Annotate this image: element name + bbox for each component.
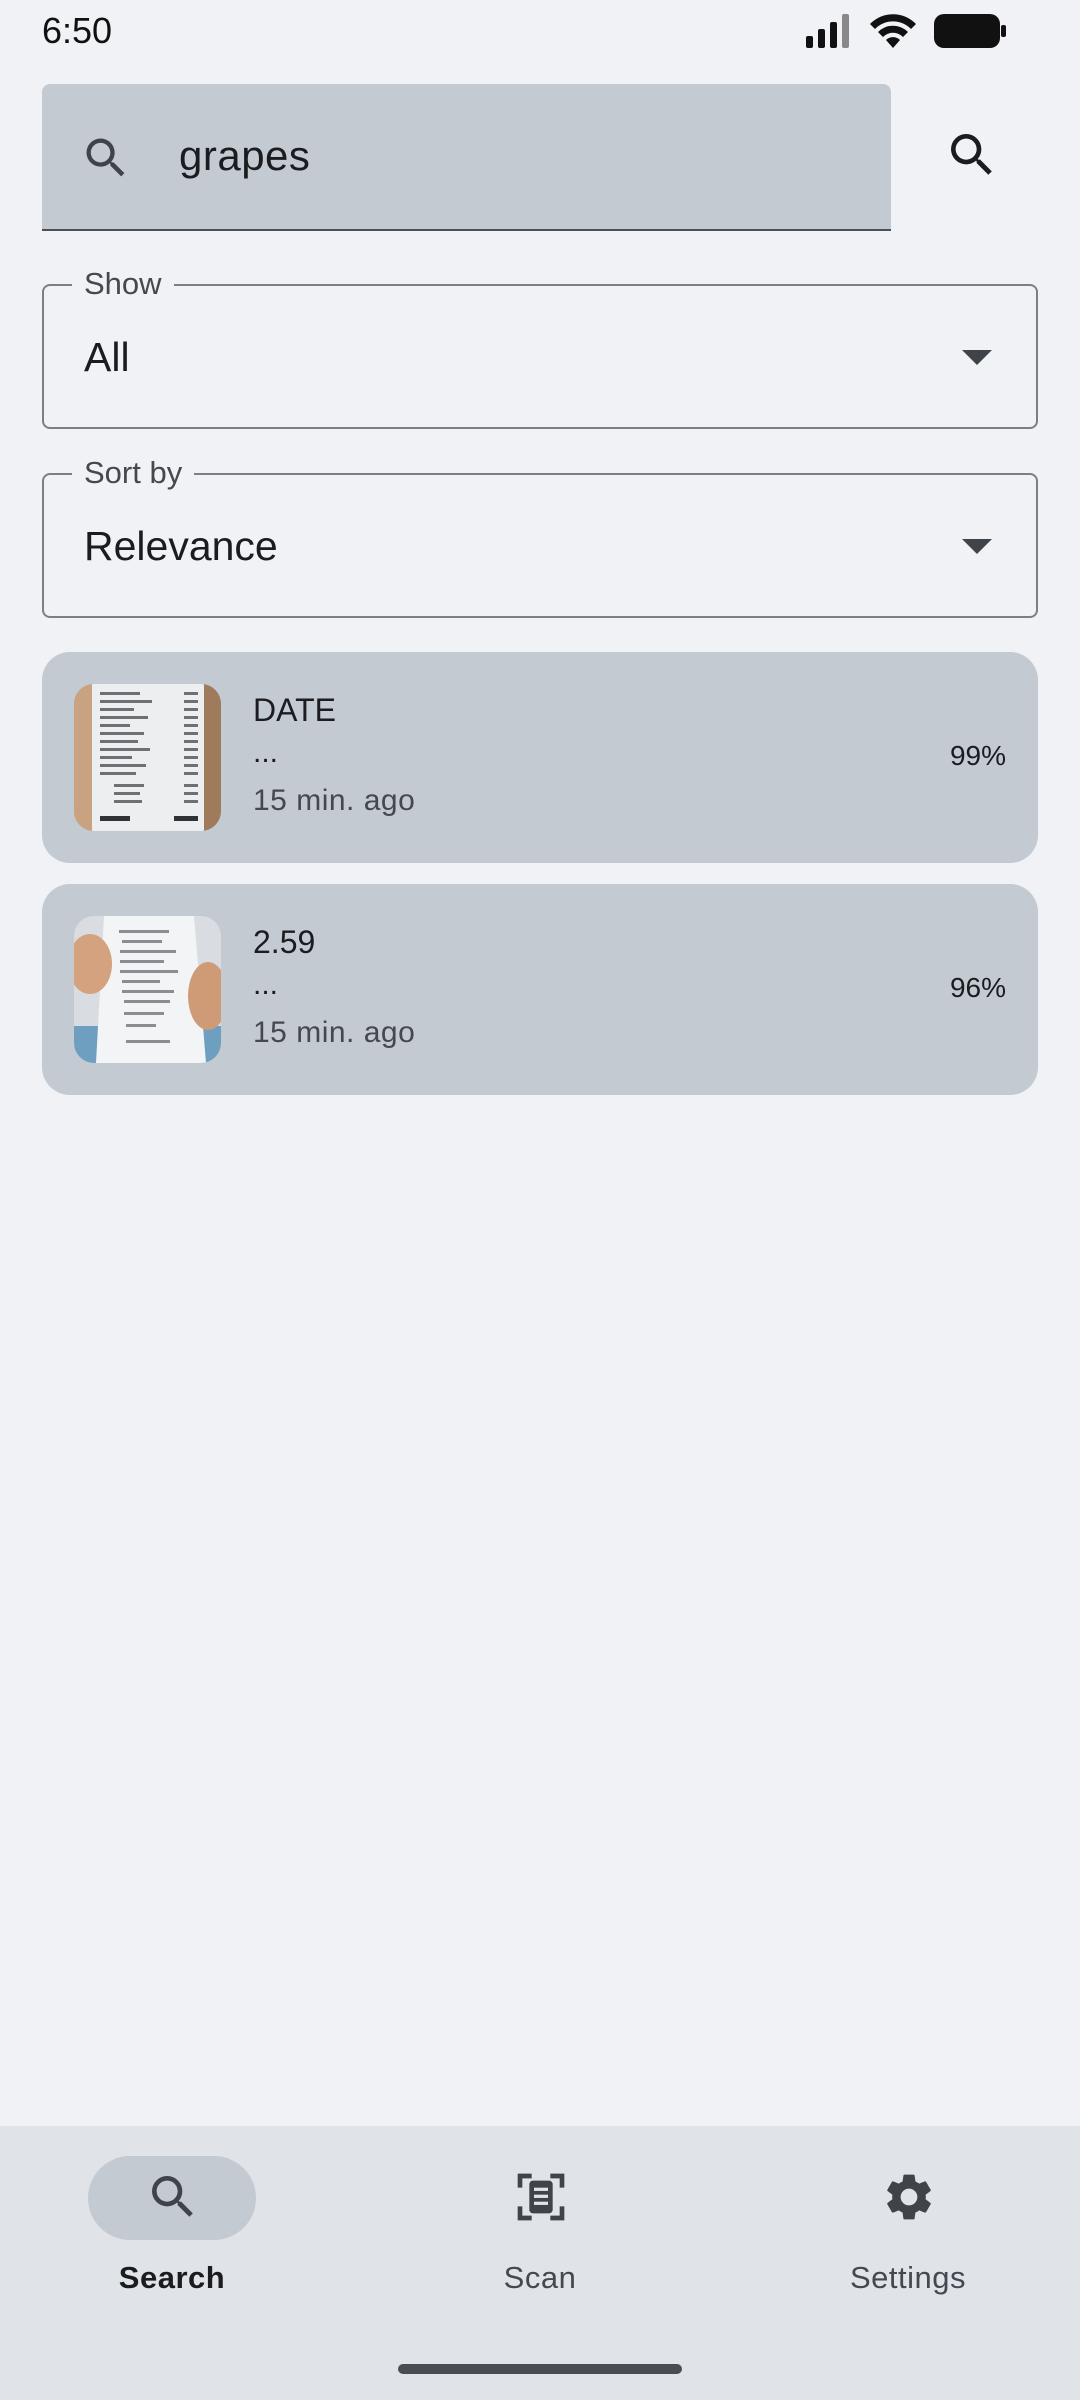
- status-time: 6:50: [42, 10, 113, 51]
- dropdown-arrow-icon: [962, 350, 992, 365]
- screen: 6:50 grapes Show All Sort by Relevance D…: [0, 0, 1080, 2400]
- result-title: 2.59: [253, 924, 316, 960]
- gear-icon: [887, 2174, 931, 2220]
- nav-item-search[interactable]: Search: [48, 2156, 308, 2326]
- document-scanner-icon: [517, 2173, 565, 2221]
- battery-icon: [934, 14, 1006, 48]
- result-card[interactable]: 2.59 ... 15 min. ago 96%: [42, 884, 1038, 1095]
- nav-label-settings: Settings: [849, 2260, 966, 2295]
- show-label: Show: [72, 266, 174, 302]
- status-icons: [806, 14, 1006, 48]
- home-indicator[interactable]: [398, 2364, 682, 2374]
- result-title: DATE: [253, 692, 336, 728]
- nav-item-settings[interactable]: Settings: [784, 2156, 1044, 2326]
- signal-icon: [806, 14, 849, 48]
- nav-label-scan: Scan: [503, 2260, 577, 2295]
- show-value: All: [84, 334, 130, 380]
- search-input[interactable]: grapes: [42, 84, 891, 231]
- search-button[interactable]: [944, 127, 1000, 183]
- status-bar: 6:50: [0, 0, 1080, 62]
- result-snippet: ...: [253, 968, 279, 1001]
- result-time: 15 min. ago: [253, 784, 416, 817]
- result-score: 99%: [949, 740, 1006, 771]
- nav-label-search: Search: [118, 2260, 226, 2295]
- show-dropdown[interactable]: Show All: [42, 266, 1038, 429]
- receipt-thumbnail: [74, 684, 221, 831]
- search-icon: [152, 2176, 193, 2217]
- receipt-thumbnail: [74, 916, 221, 1063]
- result-score: 96%: [949, 972, 1006, 1003]
- sort-label: Sort by: [72, 455, 195, 491]
- dropdown-arrow-icon: [962, 539, 992, 554]
- nav-item-scan[interactable]: Scan: [416, 2156, 676, 2326]
- result-card[interactable]: DATE ... 15 min. ago 99%: [42, 652, 1038, 863]
- search-query[interactable]: grapes: [179, 132, 310, 180]
- sort-value: Relevance: [84, 523, 278, 569]
- wifi-icon: [870, 14, 916, 48]
- search-icon: [86, 138, 125, 177]
- sort-dropdown[interactable]: Sort by Relevance: [42, 455, 1038, 618]
- bottom-navigation: Search Scan Settings: [0, 2126, 1080, 2400]
- result-time: 15 min. ago: [253, 1016, 416, 1049]
- result-snippet: ...: [253, 736, 279, 769]
